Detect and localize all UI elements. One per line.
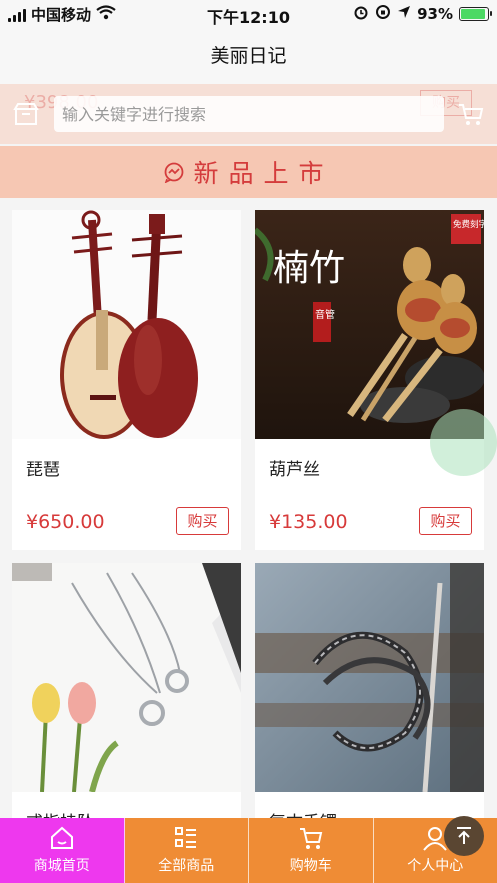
arrow-up-icon xyxy=(457,827,471,844)
pipa-image xyxy=(12,210,241,439)
buy-button[interactable]: 购买 xyxy=(419,507,472,535)
page-title: 美丽日记 xyxy=(210,45,287,67)
floating-bubble[interactable] xyxy=(430,409,497,476)
tab-label: 个人中心 xyxy=(407,858,464,874)
location-icon xyxy=(397,5,411,23)
buy-button[interactable]: 购买 xyxy=(176,507,229,535)
tab-cart[interactable]: 购物车 xyxy=(249,818,374,883)
tab-home[interactable]: 商城首页 xyxy=(0,818,125,883)
alarm-icon xyxy=(353,4,369,24)
tab-label: 购物车 xyxy=(289,858,332,874)
home-icon xyxy=(50,826,73,849)
free-engraving-badge: 免费刻字 xyxy=(453,219,484,230)
tab-label: 全部商品 xyxy=(158,858,215,874)
back-to-top-button[interactable] xyxy=(444,816,484,856)
tab-all-products[interactable]: 全部商品 xyxy=(125,818,249,883)
hulusi-image-text: 楠竹 xyxy=(273,248,345,289)
rotation-lock-icon xyxy=(375,4,391,24)
product-name: 葫芦丝 xyxy=(269,460,320,480)
necklace-image xyxy=(12,563,241,792)
chat-bubble-icon xyxy=(163,161,185,183)
section-title: 新品上市 xyxy=(193,159,334,188)
tab-label: 商城首页 xyxy=(33,858,90,874)
bracelet-image xyxy=(255,563,484,792)
hulusi-image: 楠竹 音管 免费刻字 xyxy=(255,210,484,439)
product-price: ¥650.00 xyxy=(26,511,105,533)
tab-bar: 商城首页 全部商品 购物车 个人中心 xyxy=(0,818,497,883)
product-card[interactable]: 琵琶 ¥650.00 购买 xyxy=(12,210,241,550)
cart-icon xyxy=(299,828,322,849)
cart-icon[interactable] xyxy=(457,100,485,128)
product-name: 琵琶 xyxy=(26,460,60,480)
battery-icon xyxy=(459,7,492,21)
product-price: ¥135.00 xyxy=(269,511,348,533)
shop-icon[interactable] xyxy=(12,100,40,128)
nav-bar: 美丽日记 xyxy=(0,28,497,84)
hulusi-image-subtext: 音管 xyxy=(315,308,335,321)
status-bar: 中国移动 下午12:10 93% xyxy=(0,0,497,28)
search-input[interactable] xyxy=(54,96,444,132)
product-card[interactable]: 楠竹 音管 免费刻字 葫芦丝 ¥135.00 购买 xyxy=(255,210,484,550)
section-header: 新品上市 xyxy=(0,146,497,198)
battery-percent: 93% xyxy=(417,5,453,23)
search-area: ¥398.00 购买 xyxy=(0,84,497,144)
list-icon xyxy=(175,827,197,848)
